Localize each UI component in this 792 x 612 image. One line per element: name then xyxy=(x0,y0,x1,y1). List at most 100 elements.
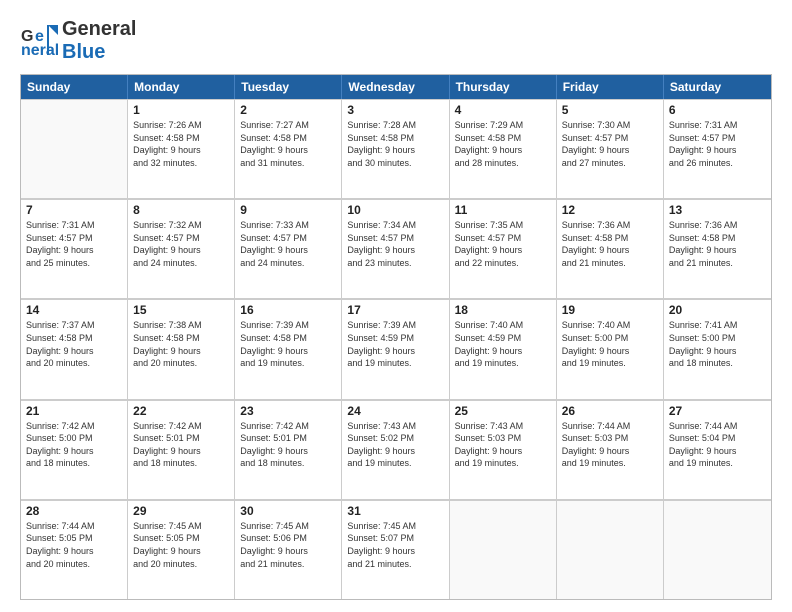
day-info: Sunrise: 7:43 AM Sunset: 5:03 PM Dayligh… xyxy=(455,420,551,470)
calendar-cell: 30 Sunrise: 7:45 AM Sunset: 5:06 PM Dayli… xyxy=(235,500,342,599)
calendar-cell: 10 Sunrise: 7:34 AM Sunset: 4:57 PM Dayli… xyxy=(342,199,449,298)
day-info: Sunrise: 7:44 AM Sunset: 5:04 PM Dayligh… xyxy=(669,420,766,470)
calendar-cell: 19 Sunrise: 7:40 AM Sunset: 5:00 PM Dayli… xyxy=(557,299,664,398)
calendar-cell: 2Sunrise: 7:27 AM Sunset: 4:58 PM Daylig… xyxy=(235,99,342,198)
day-number: 11 xyxy=(455,203,551,217)
day-info: Sunrise: 7:39 AM Sunset: 4:59 PM Dayligh… xyxy=(347,319,443,369)
calendar-cell: 16Sunrise: 7:39 AM Sunset: 4:58 PM Dayli… xyxy=(235,299,342,398)
calendar-cell: 27 Sunrise: 7:44 AM Sunset: 5:04 PM Dayli… xyxy=(664,400,771,499)
day-info: Sunrise: 7:42 AM Sunset: 5:01 PM Dayligh… xyxy=(240,420,336,470)
calendar-cell xyxy=(664,500,771,599)
calendar-cell: 14Sunrise: 7:37 AM Sunset: 4:58 PM Dayli… xyxy=(21,299,128,398)
day-info: Sunrise: 7:40 AM Sunset: 4:59 PM Dayligh… xyxy=(455,319,551,369)
day-number: 22 xyxy=(133,404,229,418)
day-number: 3 xyxy=(347,103,443,117)
calendar-cell: 4Sunrise: 7:29 AM Sunset: 4:58 PM Daylig… xyxy=(450,99,557,198)
calendar-cell: 23 Sunrise: 7:42 AM Sunset: 5:01 PM Dayli… xyxy=(235,400,342,499)
day-number: 4 xyxy=(455,103,551,117)
day-number: 13 xyxy=(669,203,766,217)
day-number: 23 xyxy=(240,404,336,418)
logo-icon: G e neral xyxy=(20,21,58,59)
day-number: 25 xyxy=(455,404,551,418)
day-number: 24 xyxy=(347,404,443,418)
day-info: Sunrise: 7:45 AM Sunset: 5:06 PM Dayligh… xyxy=(240,520,336,570)
day-info: Sunrise: 7:42 AM Sunset: 5:01 PM Dayligh… xyxy=(133,420,229,470)
calendar-cell xyxy=(450,500,557,599)
day-number: 31 xyxy=(347,504,443,518)
calendar-cell: 25 Sunrise: 7:43 AM Sunset: 5:03 PM Dayli… xyxy=(450,400,557,499)
day-number: 19 xyxy=(562,303,658,317)
calendar-body: 1 Sunrise: 7:26 AM Sunset: 4:58 PM Daylig… xyxy=(21,99,771,599)
day-number: 28 xyxy=(26,504,122,518)
header-day-sunday: Sunday xyxy=(21,75,128,99)
day-number: 21 xyxy=(26,404,122,418)
day-number: 7 xyxy=(26,203,122,217)
calendar-cell: 7 Sunrise: 7:31 AM Sunset: 4:57 PM Daylig… xyxy=(21,199,128,298)
logo: G e neral GeneralBlue xyxy=(20,16,136,64)
calendar-cell: 6 Sunrise: 7:31 AM Sunset: 4:57 PM Daylig… xyxy=(664,99,771,198)
calendar-cell: 8 Sunrise: 7:32 AM Sunset: 4:57 PM Daylig… xyxy=(128,199,235,298)
calendar-cell: 17 Sunrise: 7:39 AM Sunset: 4:59 PM Dayli… xyxy=(342,299,449,398)
day-info: Sunrise: 7:26 AM Sunset: 4:58 PM Dayligh… xyxy=(133,119,229,169)
day-info: Sunrise: 7:44 AM Sunset: 5:03 PM Dayligh… xyxy=(562,420,658,470)
day-info: Sunrise: 7:39 AM Sunset: 4:58 PM Dayligh… xyxy=(240,319,336,369)
day-info: Sunrise: 7:43 AM Sunset: 5:02 PM Dayligh… xyxy=(347,420,443,470)
header-day-friday: Friday xyxy=(557,75,664,99)
day-info: Sunrise: 7:41 AM Sunset: 5:00 PM Dayligh… xyxy=(669,319,766,369)
calendar-cell xyxy=(557,500,664,599)
calendar-cell: 29Sunrise: 7:45 AM Sunset: 5:05 PM Dayli… xyxy=(128,500,235,599)
calendar-row-5: 28Sunrise: 7:44 AM Sunset: 5:05 PM Dayli… xyxy=(21,500,771,599)
header: G e neral GeneralBlue xyxy=(20,16,772,64)
day-info: Sunrise: 7:31 AM Sunset: 4:57 PM Dayligh… xyxy=(26,219,122,269)
day-info: Sunrise: 7:31 AM Sunset: 4:57 PM Dayligh… xyxy=(669,119,766,169)
day-number: 15 xyxy=(133,303,229,317)
calendar-cell: 31 Sunrise: 7:45 AM Sunset: 5:07 PM Dayli… xyxy=(342,500,449,599)
svg-text:neral: neral xyxy=(21,42,58,59)
calendar-cell: 5Sunrise: 7:30 AM Sunset: 4:57 PM Daylig… xyxy=(557,99,664,198)
page: G e neral GeneralBlue SundayMondayTuesda… xyxy=(0,0,792,612)
calendar-cell: 9 Sunrise: 7:33 AM Sunset: 4:57 PM Daylig… xyxy=(235,199,342,298)
day-number: 17 xyxy=(347,303,443,317)
day-info: Sunrise: 7:40 AM Sunset: 5:00 PM Dayligh… xyxy=(562,319,658,369)
day-info: Sunrise: 7:42 AM Sunset: 5:00 PM Dayligh… xyxy=(26,420,122,470)
header-day-saturday: Saturday xyxy=(664,75,771,99)
day-number: 12 xyxy=(562,203,658,217)
calendar-cell: 15 Sunrise: 7:38 AM Sunset: 4:58 PM Dayli… xyxy=(128,299,235,398)
calendar-cell: 21 Sunrise: 7:42 AM Sunset: 5:00 PM Dayli… xyxy=(21,400,128,499)
calendar-cell: 13 Sunrise: 7:36 AM Sunset: 4:58 PM Dayli… xyxy=(664,199,771,298)
day-number: 1 xyxy=(133,103,229,117)
calendar-cell: 18 Sunrise: 7:40 AM Sunset: 4:59 PM Dayli… xyxy=(450,299,557,398)
calendar-cell: 3Sunrise: 7:28 AM Sunset: 4:58 PM Daylig… xyxy=(342,99,449,198)
day-number: 20 xyxy=(669,303,766,317)
day-info: Sunrise: 7:32 AM Sunset: 4:57 PM Dayligh… xyxy=(133,219,229,269)
calendar-cell: 22 Sunrise: 7:42 AM Sunset: 5:01 PM Dayli… xyxy=(128,400,235,499)
calendar-cell: 24 Sunrise: 7:43 AM Sunset: 5:02 PM Dayli… xyxy=(342,400,449,499)
day-number: 18 xyxy=(455,303,551,317)
calendar-row-4: 21 Sunrise: 7:42 AM Sunset: 5:00 PM Dayli… xyxy=(21,400,771,500)
logo-text: GeneralBlue xyxy=(62,18,136,64)
day-number: 9 xyxy=(240,203,336,217)
calendar-cell: 11 Sunrise: 7:35 AM Sunset: 4:57 PM Dayli… xyxy=(450,199,557,298)
day-info: Sunrise: 7:35 AM Sunset: 4:57 PM Dayligh… xyxy=(455,219,551,269)
day-number: 26 xyxy=(562,404,658,418)
day-info: Sunrise: 7:33 AM Sunset: 4:57 PM Dayligh… xyxy=(240,219,336,269)
day-info: Sunrise: 7:36 AM Sunset: 4:58 PM Dayligh… xyxy=(562,219,658,269)
day-info: Sunrise: 7:45 AM Sunset: 5:07 PM Dayligh… xyxy=(347,520,443,570)
day-number: 27 xyxy=(669,404,766,418)
calendar-header: SundayMondayTuesdayWednesdayThursdayFrid… xyxy=(21,75,771,99)
header-day-thursday: Thursday xyxy=(450,75,557,99)
day-number: 10 xyxy=(347,203,443,217)
calendar-cell xyxy=(21,99,128,198)
day-number: 30 xyxy=(240,504,336,518)
header-day-monday: Monday xyxy=(128,75,235,99)
day-number: 29 xyxy=(133,504,229,518)
day-info: Sunrise: 7:34 AM Sunset: 4:57 PM Dayligh… xyxy=(347,219,443,269)
day-info: Sunrise: 7:27 AM Sunset: 4:58 PM Dayligh… xyxy=(240,119,336,169)
day-number: 8 xyxy=(133,203,229,217)
day-info: Sunrise: 7:38 AM Sunset: 4:58 PM Dayligh… xyxy=(133,319,229,369)
calendar-cell: 12 Sunrise: 7:36 AM Sunset: 4:58 PM Dayli… xyxy=(557,199,664,298)
calendar-row-1: 1 Sunrise: 7:26 AM Sunset: 4:58 PM Daylig… xyxy=(21,99,771,199)
calendar-cell: 1 Sunrise: 7:26 AM Sunset: 4:58 PM Daylig… xyxy=(128,99,235,198)
day-number: 6 xyxy=(669,103,766,117)
day-info: Sunrise: 7:36 AM Sunset: 4:58 PM Dayligh… xyxy=(669,219,766,269)
